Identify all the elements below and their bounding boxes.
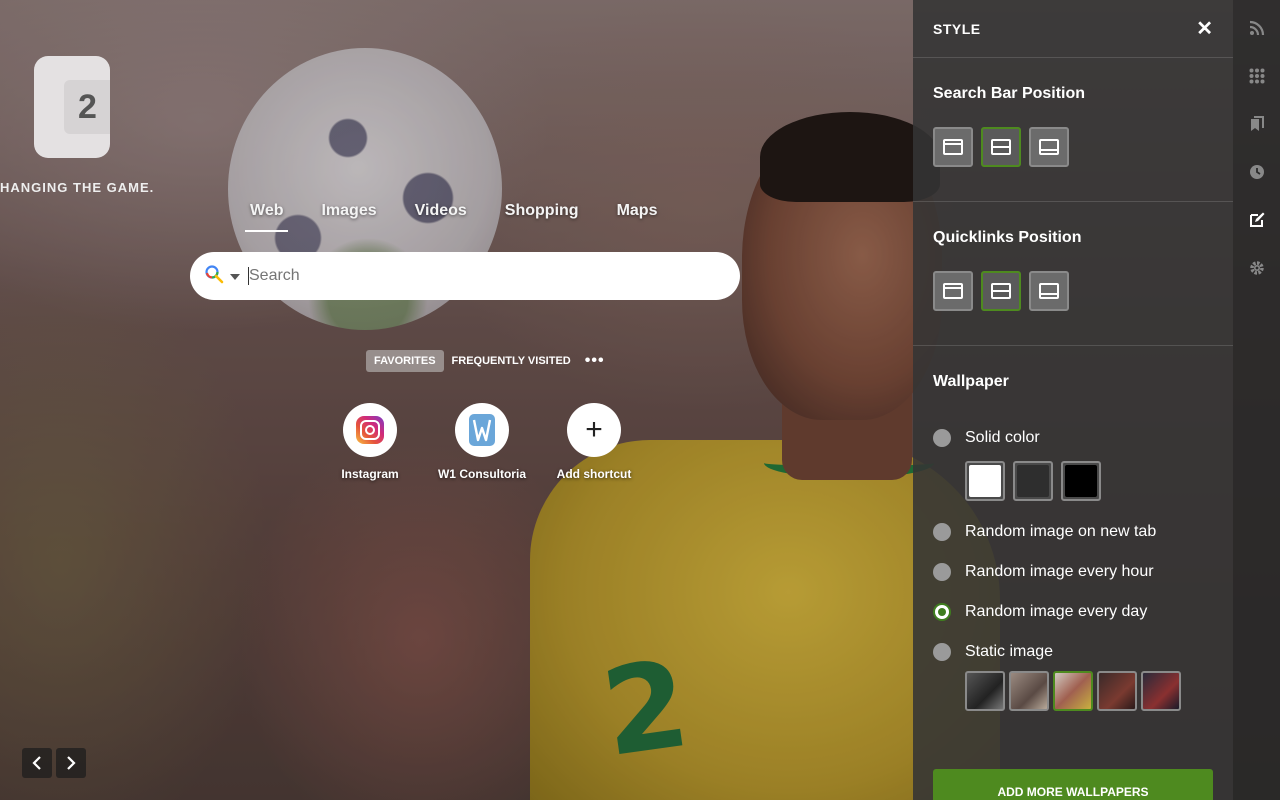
panel-header: STYLE ✕	[913, 0, 1233, 58]
section-title: Wallpaper	[933, 373, 1009, 390]
quicklinks-tabs: FAVORITES FREQUENTLY VISITED •••	[366, 350, 605, 372]
radio-label: Random image on new tab	[965, 523, 1157, 540]
search-bar-position-section: Search Bar Position	[913, 58, 1233, 202]
position-bottom-icon	[1039, 283, 1059, 299]
position-top-button[interactable]	[933, 271, 973, 311]
radio-solid-color[interactable]: Solid color	[933, 429, 1213, 447]
shortcut-w1-consultoria[interactable]: W1 Consultoria	[426, 403, 538, 481]
previous-wallpaper-button[interactable]	[22, 748, 52, 778]
style-panel: STYLE ✕ Search Bar Position Quicklinks P…	[913, 0, 1233, 800]
swatch-dark-gray[interactable]	[1013, 461, 1053, 501]
radio-button[interactable]	[933, 523, 951, 541]
right-sidebar-rail	[1233, 0, 1280, 800]
radio-random-new-tab[interactable]: Random image on new tab	[933, 523, 1213, 541]
tab-images[interactable]: Images	[321, 202, 376, 232]
chevron-left-icon	[32, 756, 41, 770]
apps-grid-icon[interactable]	[1248, 67, 1266, 85]
section-title: Search Bar Position	[933, 85, 1086, 102]
position-bottom-button[interactable]	[1029, 127, 1069, 167]
history-icon[interactable]	[1248, 163, 1266, 181]
section-title: Quicklinks Position	[933, 229, 1082, 246]
wallpaper-section: Wallpaper Solid color Random image on ne…	[913, 346, 1233, 711]
radio-label: Random image every hour	[965, 563, 1154, 580]
swatch-color	[1017, 465, 1049, 497]
tab-maps[interactable]: Maps	[617, 202, 658, 232]
close-icon[interactable]: ✕	[1196, 16, 1213, 41]
wallpaper-thumbnail-selected[interactable]	[1053, 671, 1093, 711]
swatch-color	[969, 465, 1001, 497]
tab-shopping[interactable]: Shopping	[505, 202, 579, 232]
tab-frequently-visited[interactable]: FREQUENTLY VISITED	[444, 350, 579, 372]
search-engine-selector[interactable]	[204, 264, 248, 289]
add-shortcut-button[interactable]: + Add shortcut	[538, 403, 650, 481]
instagram-icon	[356, 416, 384, 444]
radio-button[interactable]	[933, 643, 951, 661]
position-bottom-icon	[1039, 139, 1059, 155]
wallpaper-navigation	[22, 748, 86, 778]
shortcut-label: Instagram	[341, 467, 399, 481]
next-wallpaper-button[interactable]	[56, 748, 86, 778]
settings-gear-icon[interactable]	[1248, 259, 1266, 277]
brand-logo-glyph: 2	[78, 88, 97, 126]
position-middle-icon	[991, 283, 1011, 299]
wallpaper-thumbnail[interactable]	[1097, 671, 1137, 711]
radio-button-checked[interactable]	[933, 603, 951, 621]
more-options-icon[interactable]: •••	[585, 352, 605, 370]
chevron-right-icon	[67, 756, 76, 770]
position-top-icon	[943, 283, 963, 299]
shortcut-instagram[interactable]: Instagram	[314, 403, 426, 481]
static-image-thumbnails	[965, 671, 1213, 711]
shortcut-icon-circle	[343, 403, 397, 457]
shortcut-label: W1 Consultoria	[437, 467, 526, 481]
radio-static-image[interactable]: Static image	[933, 643, 1213, 661]
solid-color-swatches	[965, 461, 1213, 501]
panel-title: STYLE	[933, 20, 981, 37]
tab-web[interactable]: Web	[245, 202, 289, 232]
shortcut-list: Instagram W1 Consultoria + Add shortcut	[314, 403, 650, 481]
position-middle-button[interactable]	[981, 271, 1021, 311]
shortcut-icon-circle	[455, 403, 509, 457]
wallpaper-thumbnail[interactable]	[1141, 671, 1181, 711]
radio-label: Solid color	[965, 429, 1040, 446]
position-bottom-button[interactable]	[1029, 271, 1069, 311]
position-middle-icon	[991, 139, 1011, 155]
tab-favorites[interactable]: FAVORITES	[366, 350, 444, 372]
shortcut-icon-circle: +	[567, 403, 621, 457]
radio-label: Random image every day	[965, 603, 1148, 620]
bookmarks-icon[interactable]	[1248, 115, 1266, 133]
shortcut-label: Add shortcut	[556, 467, 632, 481]
position-top-icon	[943, 139, 963, 155]
wallpaper-thumbnail[interactable]	[965, 671, 1005, 711]
radio-button[interactable]	[933, 429, 951, 447]
radio-random-every-hour[interactable]: Random image every hour	[933, 563, 1213, 581]
w1-consultoria-icon	[469, 414, 495, 446]
position-top-button[interactable]	[933, 127, 973, 167]
swatch-color	[1065, 465, 1097, 497]
search-bar	[190, 252, 740, 300]
search-type-tabs: Web Images Videos Shopping Maps	[245, 202, 695, 232]
radio-label: Static image	[965, 643, 1054, 660]
search-input[interactable]	[249, 267, 719, 285]
position-options	[933, 127, 1213, 167]
rss-icon[interactable]	[1248, 19, 1266, 37]
tab-videos[interactable]: Videos	[415, 202, 467, 232]
radio-random-every-day[interactable]: Random image every day	[933, 603, 1213, 621]
swatch-white[interactable]	[965, 461, 1005, 501]
position-options	[933, 271, 1213, 311]
search-icon	[204, 264, 224, 289]
radio-button[interactable]	[933, 563, 951, 581]
quicklinks-position-section: Quicklinks Position	[913, 202, 1233, 346]
edit-style-icon[interactable]	[1248, 211, 1266, 229]
wallpaper-thumbnail[interactable]	[1009, 671, 1049, 711]
chevron-down-icon	[230, 267, 240, 285]
plus-icon: +	[585, 413, 603, 446]
swatch-black[interactable]	[1061, 461, 1101, 501]
position-middle-button[interactable]	[981, 127, 1021, 167]
brand-tagline: HANGING THE GAME.	[0, 180, 155, 195]
add-more-wallpapers-button[interactable]: ADD MORE WALLPAPERS	[933, 769, 1213, 800]
